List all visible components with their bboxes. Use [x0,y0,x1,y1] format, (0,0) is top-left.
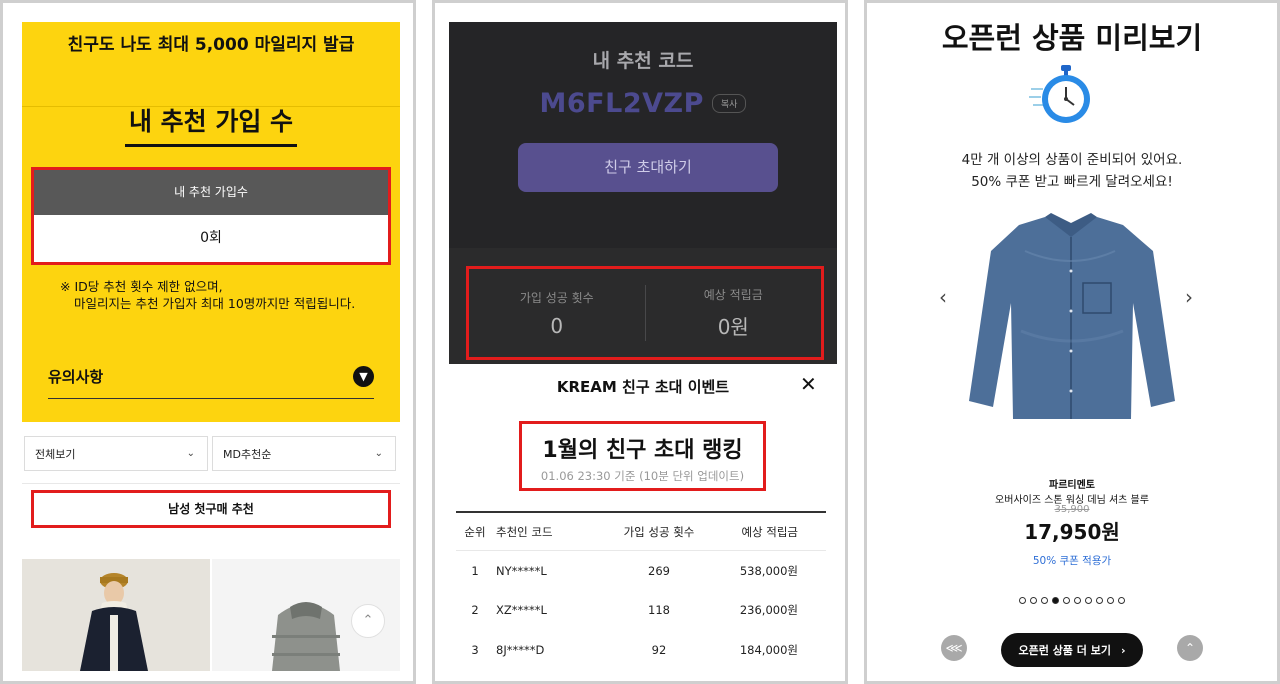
note-line-2: 마일리지는 추천 가입자 최대 10명까지만 적립됩니다. [74,296,356,311]
divider [22,483,400,484]
mileage-banner-text: 친구도 나도 최대 5,000 마일리지 발급 [67,35,355,55]
referral-count-box: 내 추천 가입수 0회 [31,167,391,265]
stat-reward-value: 0원 [717,315,749,339]
section-title: 내 추천 가입 수 [22,102,400,147]
category-filter-select[interactable]: 전체보기 ⌄ [24,436,208,471]
more-button-label: 오픈런 상품 더 보기 [1018,644,1111,657]
ranking-title: 1월의 친구 초대 랭킹 [542,438,743,463]
table-row: 2 XZ*****L 118 236,000원 [456,591,826,631]
sort-filter-select[interactable]: MD추천순 ⌄ [212,436,396,471]
referral-count-screen: 친구도 나도 최대 5,000 마일리지 발급 내 추천 가입 수 내 추천 가… [0,0,416,684]
section-title-text: 내 추천 가입 수 [124,102,298,147]
chevron-down-icon: ⌄ [374,448,383,459]
row-count: 118 [648,603,670,618]
carousel-dot[interactable] [1096,597,1103,604]
referral-code-title: 내 추천 코드 [592,50,694,72]
referral-code: M6FL2VZP [539,88,704,119]
modal-title: KREAM 친구 초대 이벤트 [556,378,730,396]
desc-line-1: 4만 개 이상의 상품이 준비되어 있어요. [961,152,1183,168]
row-code: NY*****L [496,563,547,578]
caution-label: 유의사항 [48,368,104,386]
stat-success-value: 0 [550,313,564,338]
row-rank: 3 [471,642,479,657]
sort-filter-label: MD추천순 [223,447,272,461]
stat-success: 가입 성공 횟수 0 [469,289,645,338]
referral-code-screen: 내 추천 코드 M6FL2VZP 복사 친구 초대하기 가입 성공 횟수 0 예상… [432,0,848,684]
header-count: 가입 성공 횟수 [623,524,695,539]
scroll-top-button[interactable]: ⌃ [351,604,385,638]
chevron-left-icon[interactable]: ‹ [939,285,947,309]
more-open-run-button[interactable]: 오픈런 상품 더 보기 › [1001,633,1143,667]
row-amount: 184,000원 [739,642,798,657]
first-purchase-recommend-button[interactable]: 남성 첫구매 추천 [31,490,391,528]
carousel-dot[interactable] [1063,597,1070,604]
stat-reward-label: 예상 적립금 [703,288,763,302]
chevron-right-icon[interactable]: › [1185,285,1193,309]
row-count: 269 [648,563,670,578]
ranking-table: 순위 추천인 코드 가입 성공 횟수 예상 적립금 1 NY*****L 269… [456,513,826,670]
carousel-dot[interactable] [1118,597,1125,604]
table-row: 3 8J*****D 92 184,000원 [456,630,826,670]
carousel-dot[interactable] [1052,597,1059,604]
referral-limit-note: ※ ID당 추천 횟수 제한 없으며, 마일리지는 추천 가입자 최대 10명까… [60,278,355,312]
chevron-up-icon: ⌃ [362,613,374,628]
row-code: XZ*****L [496,603,547,618]
scroll-top-button[interactable]: ⌃ [1177,635,1203,661]
sale-price: 17,950원 [1024,520,1120,544]
copy-button[interactable]: 복사 [711,94,747,113]
carousel-dot[interactable] [1030,597,1037,604]
product-brand: 파르티멘토 [1049,480,1095,491]
row-rank: 2 [471,603,479,618]
row-count: 92 [651,642,667,657]
ranking-heading-box: 1월의 친구 초대 랭킹 01.06 23:30 기준 (10분 단위 업데이트… [519,421,766,491]
desc-line-2: 50% 쿠폰 받고 빠르게 달려오세요! [971,174,1173,190]
carousel-dot[interactable] [1041,597,1048,604]
table-header: 순위 추천인 코드 가입 성공 횟수 예상 적립금 [456,513,826,551]
share-icon: ⋘ [945,641,963,655]
header-code: 추천인 코드 [496,524,553,539]
page-title: 오픈런 상품 미리보기 [941,21,1203,55]
stat-reward: 예상 적립금 0원 [646,286,822,340]
invite-friend-button[interactable]: 친구 초대하기 [518,143,778,192]
close-icon[interactable]: ✕ [800,372,817,396]
referral-code-row: M6FL2VZP 복사 [449,88,837,119]
category-filter-label: 전체보기 [35,447,76,461]
promo-description: 4만 개 이상의 상품이 준비되어 있어요. 50% 쿠폰 받고 빠르게 달려오… [867,149,1277,193]
chevron-down-icon[interactable]: ▼ [353,366,374,387]
referral-count-value: 0회 [200,230,222,246]
stopwatch-icon [1029,65,1090,123]
product-image-denim-shirt[interactable] [965,211,1177,429]
referral-code-section: 내 추천 코드 M6FL2VZP 복사 친구 초대하기 가입 성공 횟수 0 예상… [449,22,837,364]
stat-success-label: 가입 성공 횟수 [519,290,594,305]
carousel-dot[interactable] [1085,597,1092,604]
carousel-dot[interactable] [1074,597,1081,604]
open-run-preview-screen: 오픈런 상품 미리보기 4만 개 이상의 상품이 준비되어 있어요. 50% 쿠… [864,0,1280,684]
product-image-coat[interactable] [22,559,210,671]
carousel-indicator [867,597,1277,604]
chevron-down-icon: ⌄ [186,448,195,459]
yellow-hero-section: 친구도 나도 최대 5,000 마일리지 발급 내 추천 가입 수 내 추천 가… [22,22,400,422]
ranking-subtitle: 01.06 23:30 기준 (10분 단위 업데이트) [540,469,745,483]
row-code: 8J*****D [496,642,545,657]
carousel-dot[interactable] [1107,597,1114,604]
coupon-note: 50% 쿠폰 적용가 [1032,555,1112,567]
caution-accordion[interactable]: 유의사항 ▼ [48,355,374,399]
referral-stats-box: 가입 성공 횟수 0 예상 적립금 0원 [466,266,824,360]
header-rank: 순위 [464,524,486,539]
table-row: 1 NY*****L 269 538,000원 [456,551,826,591]
chevron-up-icon: ⌃ [1184,641,1196,655]
chevron-right-icon: › [1120,643,1126,657]
original-price: 35,900 [1054,504,1090,515]
row-amount: 538,000원 [739,563,798,578]
share-button[interactable]: ⋘ [941,635,967,661]
row-rank: 1 [471,563,479,578]
row-amount: 236,000원 [739,603,798,618]
referral-count-header: 내 추천 가입수 [34,170,388,215]
carousel-dot[interactable] [1019,597,1026,604]
note-line-1: ※ ID당 추천 횟수 제한 없으며, [60,279,223,294]
header-amount: 예상 적립금 [741,524,798,539]
filter-bar: 전체보기 ⌄ MD추천순 ⌄ [24,436,396,471]
